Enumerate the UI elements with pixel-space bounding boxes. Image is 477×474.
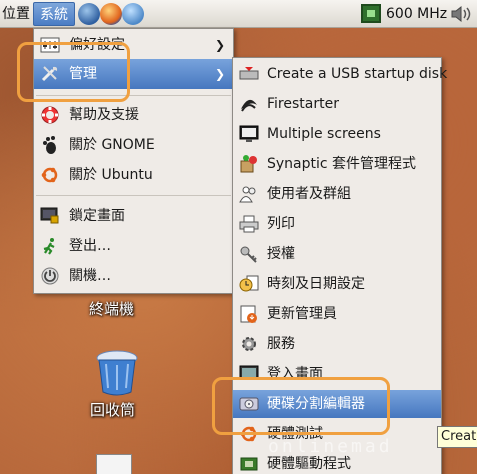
submenu-item-update-manager[interactable]: 更新管理員 [233, 300, 441, 328]
submenu-item-label: 硬體驅動程式 [267, 456, 351, 472]
menu-item-shutdown[interactable]: 關機… [34, 262, 233, 290]
firefox-launcher-icon[interactable] [100, 3, 122, 25]
watermark-text: onlinemad [268, 436, 393, 457]
submenu-item-synaptic[interactable]: Synaptic 套件管理程式 [233, 150, 441, 178]
menu-item-label: 關於 GNOME [69, 137, 155, 153]
usb-disk-icon [239, 67, 259, 80]
menu-separator [36, 195, 231, 196]
top-panel: 位置 系統 600 MHz [0, 0, 477, 28]
submenu-item-label: 授權 [267, 246, 295, 262]
update-manager-icon [240, 305, 257, 323]
submenu-item-label: Synaptic 套件管理程式 [267, 156, 417, 172]
help-launcher-icon[interactable] [122, 3, 144, 25]
submenu-item-time-date[interactable]: 時刻及日期設定 [233, 270, 441, 298]
submenu-item-label: 列印 [267, 216, 295, 232]
menu-item-lock-screen[interactable]: 鎖定畫面 [34, 202, 233, 230]
keys-icon [240, 246, 257, 263]
menu-item-label: 幫助及支援 [69, 107, 139, 123]
submenu-item-authorizations[interactable]: 授權 [233, 240, 441, 268]
tooltip: Create [437, 426, 477, 448]
document-icon[interactable] [96, 454, 132, 474]
submenu-arrow-icon: ❯ [214, 67, 225, 81]
menu-item-help[interactable]: 幫助及支援 [34, 101, 233, 129]
power-icon [41, 267, 59, 285]
gnome-foot-icon [43, 136, 56, 154]
help-lifebuoy-icon [41, 106, 59, 124]
menu-item-label: 關機… [69, 268, 111, 284]
submenu-item-label: 時刻及日期設定 [267, 276, 365, 292]
submenu-item-label: 服務 [267, 336, 295, 352]
cpu-frequency-readout[interactable]: 600 MHz [386, 2, 447, 26]
submenu-item-multiple-screens[interactable]: Multiple screens [233, 120, 441, 148]
trash-desktop-label[interactable]: 回收筒 [90, 399, 135, 420]
submenu-item-label: Firestarter [267, 96, 339, 112]
ubuntu-logo-icon [41, 167, 58, 183]
printer-icon [239, 215, 259, 233]
submenu-item-usb-startup-disk[interactable]: Create a USB startup disk [233, 60, 447, 88]
submenu-item-services[interactable]: 服務 [233, 330, 441, 358]
submenu-item-label: 使用者及群組 [267, 186, 351, 202]
volume-icon[interactable] [450, 4, 472, 24]
submenu-item-label: 更新管理員 [267, 306, 337, 322]
lock-screen-icon [40, 207, 59, 224]
terminal-desktop-label[interactable]: 終端機 [89, 298, 134, 319]
highlight-ring-administration [17, 42, 130, 102]
firestarter-icon [241, 99, 257, 112]
menu-item-label: 登出… [69, 238, 111, 254]
hardware-drivers-icon [240, 457, 258, 471]
users-groups-icon [239, 186, 256, 203]
submenu-item-users-groups[interactable]: 使用者及群組 [233, 180, 441, 208]
submenu-item-firestarter[interactable]: Firestarter [233, 90, 441, 118]
submenu-item-label: Multiple screens [267, 126, 381, 142]
cpu-chip-icon [361, 4, 381, 23]
clock-calendar-icon [239, 275, 259, 292]
synaptic-package-icon [240, 155, 257, 173]
trash-icon[interactable] [94, 348, 140, 396]
places-menu[interactable]: 位置 [0, 2, 32, 26]
submenu-item-label: Create a USB startup disk [267, 66, 448, 82]
menu-item-label: 關於 Ubuntu [69, 167, 153, 183]
monitor-icon [239, 125, 259, 142]
menu-item-about-ubuntu[interactable]: 關於 Ubuntu [34, 161, 233, 189]
logout-running-man-icon [43, 238, 55, 255]
highlight-ring-partition-editor [212, 377, 390, 435]
system-menu[interactable]: 系統 [33, 2, 75, 26]
network-launcher-icon[interactable] [78, 3, 100, 25]
submenu-item-printing[interactable]: 列印 [233, 210, 441, 238]
menu-item-about-gnome[interactable]: 關於 GNOME [34, 131, 233, 159]
services-gear-icon [242, 337, 256, 351]
menu-item-logout[interactable]: 登出… [34, 232, 233, 260]
submenu-arrow-icon: ❯ [214, 38, 225, 52]
menu-item-label: 鎖定畫面 [69, 208, 125, 224]
